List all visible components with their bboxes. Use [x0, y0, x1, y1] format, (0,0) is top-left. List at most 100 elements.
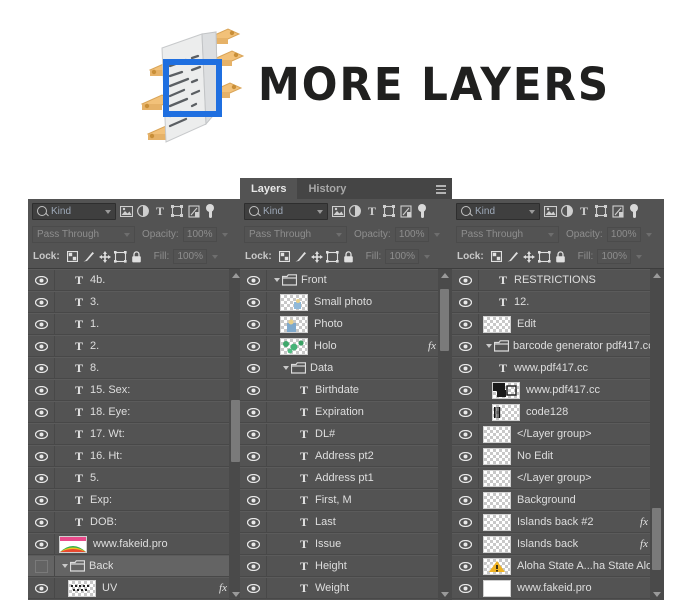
lock-transparency-icon[interactable] [489, 249, 505, 265]
layer-visibility-toggle[interactable] [240, 511, 267, 533]
layer-row[interactable]: T 15. Sex: [28, 379, 243, 401]
layer-effects-icon[interactable]: fx [640, 538, 648, 550]
layer-row[interactable]: www.fakeid.pro [452, 577, 664, 599]
layer-visibility-toggle[interactable] [28, 445, 55, 467]
pixel-layers-icon[interactable] [331, 204, 345, 219]
layer-row[interactable]: code128 [452, 401, 664, 423]
scrollbar-thumb[interactable] [440, 288, 449, 351]
adjustment-layers-icon[interactable] [560, 204, 574, 219]
layer-visibility-toggle[interactable] [240, 577, 267, 599]
scrollbar-thumb[interactable] [231, 399, 240, 462]
scroll-down-arrow-icon[interactable] [441, 592, 449, 597]
pixel-layers-icon[interactable] [119, 204, 133, 219]
layer-visibility-toggle[interactable] [452, 467, 479, 489]
layer-visibility-toggle[interactable] [452, 577, 479, 599]
layer-visibility-toggle[interactable] [452, 313, 479, 335]
layer-visibility-toggle[interactable] [452, 291, 479, 313]
adjustment-layers-icon[interactable] [348, 204, 362, 219]
layer-row[interactable]: UV fx [28, 577, 243, 599]
smart-object-layers-icon[interactable] [187, 204, 201, 219]
blend-mode-dropdown[interactable]: Pass Through [32, 225, 135, 243]
lock-position-icon[interactable] [309, 249, 325, 265]
tab-layers[interactable]: Layers [240, 178, 298, 199]
layer-visibility-toggle[interactable] [240, 445, 267, 467]
scroll-down-arrow-icon[interactable] [232, 592, 240, 597]
layer-visibility-toggle[interactable] [28, 269, 55, 291]
disclosure-triangle-icon[interactable] [271, 275, 282, 286]
layer-visibility-toggle[interactable] [28, 467, 55, 489]
shape-layers-icon[interactable] [382, 204, 396, 219]
lock-image-icon[interactable] [293, 249, 309, 265]
filter-kind-dropdown[interactable]: Kind [244, 202, 328, 220]
shape-layers-icon[interactable] [594, 204, 608, 219]
opacity-value[interactable]: 100% [394, 226, 429, 242]
pixel-layers-icon[interactable] [543, 204, 557, 219]
lock-all-icon[interactable] [341, 249, 357, 265]
layer-row[interactable]: barcode generator pdf417.cc [452, 335, 664, 357]
layer-row[interactable]: T Last [240, 511, 452, 533]
lock-transparency-icon[interactable] [65, 249, 81, 265]
layer-row[interactable]: Background [452, 489, 664, 511]
layer-row[interactable]: Back [28, 555, 243, 577]
layer-list-scrollbar[interactable] [650, 269, 664, 600]
layer-row[interactable]: No Edit [452, 445, 664, 467]
layer-visibility-toggle[interactable] [240, 555, 267, 577]
layer-effects-icon[interactable]: fx [219, 582, 227, 594]
layer-effects-icon[interactable]: fx [640, 516, 648, 528]
disclosure-triangle-icon[interactable] [59, 561, 70, 572]
scroll-down-arrow-icon[interactable] [653, 592, 661, 597]
layer-row[interactable]: Holo fx [240, 335, 452, 357]
layer-visibility-toggle[interactable] [452, 401, 479, 423]
layer-visibility-toggle[interactable] [240, 335, 267, 357]
scroll-up-arrow-icon[interactable] [232, 273, 240, 278]
lock-artboard-icon[interactable] [113, 249, 129, 265]
layer-row[interactable]: Twww.pdf417.cc [452, 357, 664, 379]
layer-row[interactable]: T 18. Eye: [28, 401, 243, 423]
type-layers-icon[interactable]: T [577, 204, 591, 219]
layer-row[interactable]: T Issue [240, 533, 452, 555]
filter-kind-dropdown[interactable]: Kind [456, 202, 540, 220]
fill-value[interactable]: 100% [385, 249, 420, 264]
smart-object-layers-icon[interactable] [399, 204, 413, 219]
layer-visibility-toggle[interactable] [452, 423, 479, 445]
lock-all-icon[interactable] [553, 249, 569, 265]
smart-object-layers-icon[interactable] [611, 204, 625, 219]
layer-row[interactable]: </Layer group> [452, 423, 664, 445]
layer-row[interactable]: www.fakeid.pro [28, 533, 243, 555]
fill-stepper-icon[interactable] [209, 249, 220, 264]
layer-visibility-toggle[interactable] [28, 401, 55, 423]
layer-row[interactable]: T 12. [452, 291, 664, 313]
layer-row[interactable]: www.pdf417.cc [452, 379, 664, 401]
layer-row[interactable]: T 1. [28, 313, 243, 335]
lock-artboard-icon[interactable] [325, 249, 341, 265]
layer-visibility-toggle[interactable] [452, 445, 479, 467]
lock-position-icon[interactable] [97, 249, 113, 265]
lock-image-icon[interactable] [505, 249, 521, 265]
lock-transparency-icon[interactable] [277, 249, 293, 265]
layer-row[interactable]: T 3. [28, 291, 243, 313]
fill-stepper-icon[interactable] [633, 249, 644, 264]
layer-row[interactable]: T DL# [240, 423, 452, 445]
layer-row[interactable]: T Aloha State A...ha State Alo [452, 555, 664, 577]
layer-visibility-toggle[interactable] [28, 511, 55, 533]
layer-row[interactable]: Islands back fx [452, 533, 664, 555]
layer-visibility-toggle[interactable] [28, 423, 55, 445]
layer-row[interactable]: T Height [240, 555, 452, 577]
opacity-stepper-icon[interactable] [219, 227, 230, 242]
layer-visibility-toggle[interactable] [28, 291, 55, 313]
layer-visibility-toggle[interactable] [28, 577, 55, 599]
layer-visibility-toggle[interactable] [452, 533, 479, 555]
layer-row[interactable]: T 4b. [28, 269, 243, 291]
layer-row[interactable]: Photo [240, 313, 452, 335]
layer-row[interactable]: T Exp: [28, 489, 243, 511]
lock-position-icon[interactable] [521, 249, 537, 265]
layer-row[interactable]: T Address pt2 [240, 445, 452, 467]
lock-artboard-icon[interactable] [537, 249, 553, 265]
filter-toggle-switch-icon[interactable] [418, 203, 426, 219]
opacity-value[interactable]: 100% [606, 226, 641, 242]
layer-visibility-toggle[interactable] [28, 533, 55, 555]
layer-visibility-toggle[interactable] [240, 467, 267, 489]
opacity-value[interactable]: 100% [182, 226, 217, 242]
disclosure-triangle-icon[interactable] [483, 341, 494, 352]
layer-row[interactable]: Small photo [240, 291, 452, 313]
